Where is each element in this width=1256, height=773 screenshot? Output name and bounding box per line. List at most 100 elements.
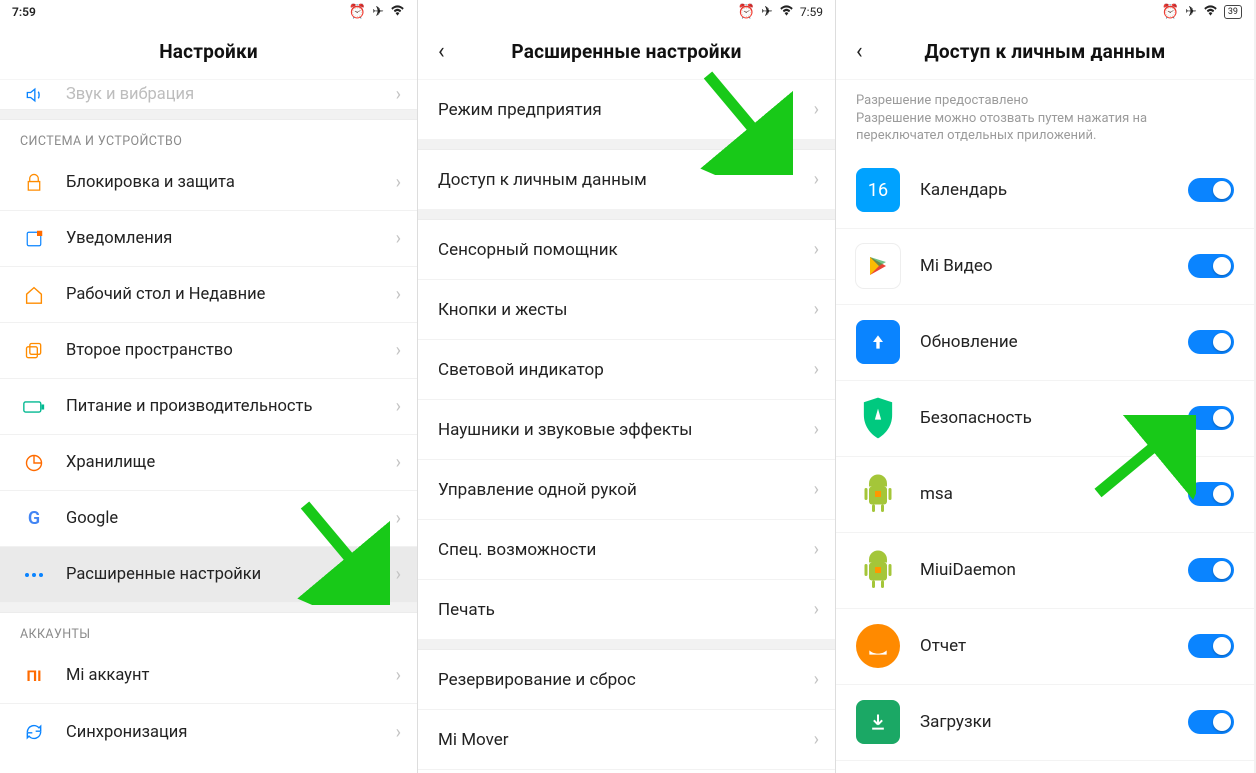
row-accessibility[interactable]: Спец. возможности ›	[418, 520, 835, 580]
row-label: Рабочий стол и Недавние	[66, 285, 396, 304]
chevron-right-icon: ›	[396, 84, 401, 105]
chevron-right-icon: ›	[814, 169, 819, 190]
storage-icon	[20, 449, 48, 477]
app-security[interactable]: Безопасность	[836, 381, 1254, 457]
toggle[interactable]	[1188, 330, 1234, 354]
app-miuidaemon[interactable]: MiuiDaemon	[836, 533, 1254, 609]
chevron-right-icon: ›	[396, 284, 401, 305]
personal-data-panel: ⏰ ✈ 39 ‹ Доступ к личным данным Разрешен…	[836, 0, 1254, 773]
app-list[interactable]: 16 Календарь Mi Видео Обновление	[836, 153, 1254, 773]
row-power[interactable]: Питание и производительность ›	[0, 379, 417, 435]
chevron-right-icon: ›	[396, 340, 401, 361]
app-label: Mi Видео	[920, 256, 1188, 276]
row-label: Mi Mover	[438, 730, 509, 750]
toggle[interactable]	[1188, 178, 1234, 202]
row-backup[interactable]: Резервирование и сброс›	[418, 650, 835, 710]
battery-level: 39	[1224, 5, 1242, 19]
row-touch-assistant[interactable]: Сенсорный помощник ›	[418, 220, 835, 280]
chevron-right-icon: ›	[814, 299, 819, 320]
statusbar: 7:59 ⏰ ✈	[0, 0, 417, 24]
titlebar: ‹ Расширенные настройки	[418, 24, 835, 80]
app-label: msa	[920, 484, 1188, 504]
advanced-list[interactable]: Режим предприятия› Доступ к личным данны…	[418, 80, 835, 773]
row-label: Световой индикатор	[438, 360, 604, 380]
row-onehand[interactable]: Управление одной рукой›	[418, 460, 835, 520]
app-mivideo[interactable]: Mi Видео	[836, 229, 1254, 305]
update-icon	[856, 320, 900, 364]
toggle[interactable]	[1188, 254, 1234, 278]
row-label: Второе пространство	[66, 341, 396, 360]
row-label: Mi аккаунт	[66, 666, 396, 685]
row-home[interactable]: Рабочий стол и Недавние ›	[0, 267, 417, 323]
app-downloads[interactable]: Загрузки	[836, 685, 1254, 761]
chevron-right-icon: ›	[814, 539, 819, 560]
more-icon	[20, 561, 48, 589]
row-mi-account[interactable]: ΠI Mi аккаунт ›	[0, 648, 417, 704]
separator	[418, 640, 835, 650]
chevron-right-icon: ›	[814, 729, 819, 750]
row-personal-data[interactable]: Доступ к личным данным›	[418, 150, 835, 210]
chevron-right-icon: ›	[814, 239, 819, 260]
toggle[interactable]	[1188, 482, 1234, 506]
airplane-icon: ✈	[761, 4, 773, 20]
status-icons: ⏰ ✈	[349, 4, 405, 20]
row-headphones[interactable]: Наушники и звуковые эффекты›	[418, 400, 835, 460]
advanced-panel: ⏰ ✈ 7:59 ‹ Расширенные настройки Режим п…	[418, 0, 836, 773]
sync-icon	[20, 718, 48, 746]
desc-title: Разрешение предоставлено	[856, 92, 1234, 110]
page-title: Настройки	[159, 40, 258, 63]
row-label: Блокировка и защита	[66, 173, 396, 192]
row-label: Сенсорный помощник	[438, 240, 618, 260]
desc-text: Разрешение можно отозвать путем нажатия …	[856, 110, 1234, 145]
toggle[interactable]	[1188, 406, 1234, 430]
toggle[interactable]	[1188, 710, 1234, 734]
row-label: Синхронизация	[66, 723, 396, 742]
row-notifications[interactable]: Уведомления ›	[0, 211, 417, 267]
lock-icon	[20, 169, 48, 197]
separator	[418, 210, 835, 220]
toggle[interactable]	[1188, 558, 1234, 582]
row-led[interactable]: Световой индикатор›	[418, 340, 835, 400]
row-label: Спец. возможности	[438, 540, 596, 560]
row-storage[interactable]: Хранилище ›	[0, 435, 417, 491]
row-label: Расширенные настройки	[66, 565, 396, 584]
airplane-icon: ✈	[372, 4, 384, 20]
app-report[interactable]: Отчет	[836, 609, 1254, 685]
app-updater[interactable]: Обновление	[836, 305, 1254, 381]
chevron-right-icon: ›	[814, 669, 819, 690]
row-print[interactable]: Печать›	[418, 580, 835, 640]
settings-list[interactable]: Звук и вибрация › СИСТЕМА И УСТРОЙСТВО Б…	[0, 80, 417, 773]
row-sound[interactable]: Звук и вибрация ›	[0, 80, 417, 110]
row-mimover[interactable]: Mi Mover ›	[418, 710, 835, 770]
row-advanced[interactable]: Расширенные настройки ›	[0, 547, 417, 603]
shield-icon	[856, 396, 900, 440]
mi-icon: ΠI	[20, 662, 48, 690]
row-sync[interactable]: Синхронизация ›	[0, 704, 417, 760]
chevron-right-icon: ›	[396, 452, 401, 473]
chevron-right-icon: ›	[396, 665, 401, 686]
app-label: Обновление	[920, 332, 1188, 352]
toggle[interactable]	[1188, 634, 1234, 658]
row-lock[interactable]: Блокировка и защита ›	[0, 155, 417, 211]
row-second-space[interactable]: Второе пространство ›	[0, 323, 417, 379]
row-buttons-gestures[interactable]: Кнопки и жесты›	[418, 280, 835, 340]
back-button[interactable]: ‹	[846, 33, 873, 70]
copy-icon	[20, 337, 48, 365]
app-label: Загрузки	[920, 712, 1188, 732]
app-calendar[interactable]: 16 Календарь	[836, 153, 1254, 229]
row-label: Google	[66, 509, 396, 528]
row-enterprise[interactable]: Режим предприятия›	[418, 80, 835, 140]
chevron-right-icon: ›	[396, 508, 401, 529]
app-msa[interactable]: msa	[836, 457, 1254, 533]
chevron-right-icon: ›	[814, 479, 819, 500]
status-icons: ⏰ ✈ 7:59	[738, 4, 823, 20]
sound-icon	[20, 81, 48, 109]
section-header: АККАУНТЫ	[0, 613, 417, 648]
back-button[interactable]: ‹	[428, 33, 455, 70]
page-title: Расширенные настройки	[511, 40, 741, 63]
row-google[interactable]: G Google ›	[0, 491, 417, 547]
chevron-right-icon: ›	[396, 172, 401, 193]
chevron-right-icon: ›	[814, 599, 819, 620]
airplane-icon: ✈	[1185, 4, 1197, 20]
row-label: Наушники и звуковые эффекты	[438, 420, 692, 440]
